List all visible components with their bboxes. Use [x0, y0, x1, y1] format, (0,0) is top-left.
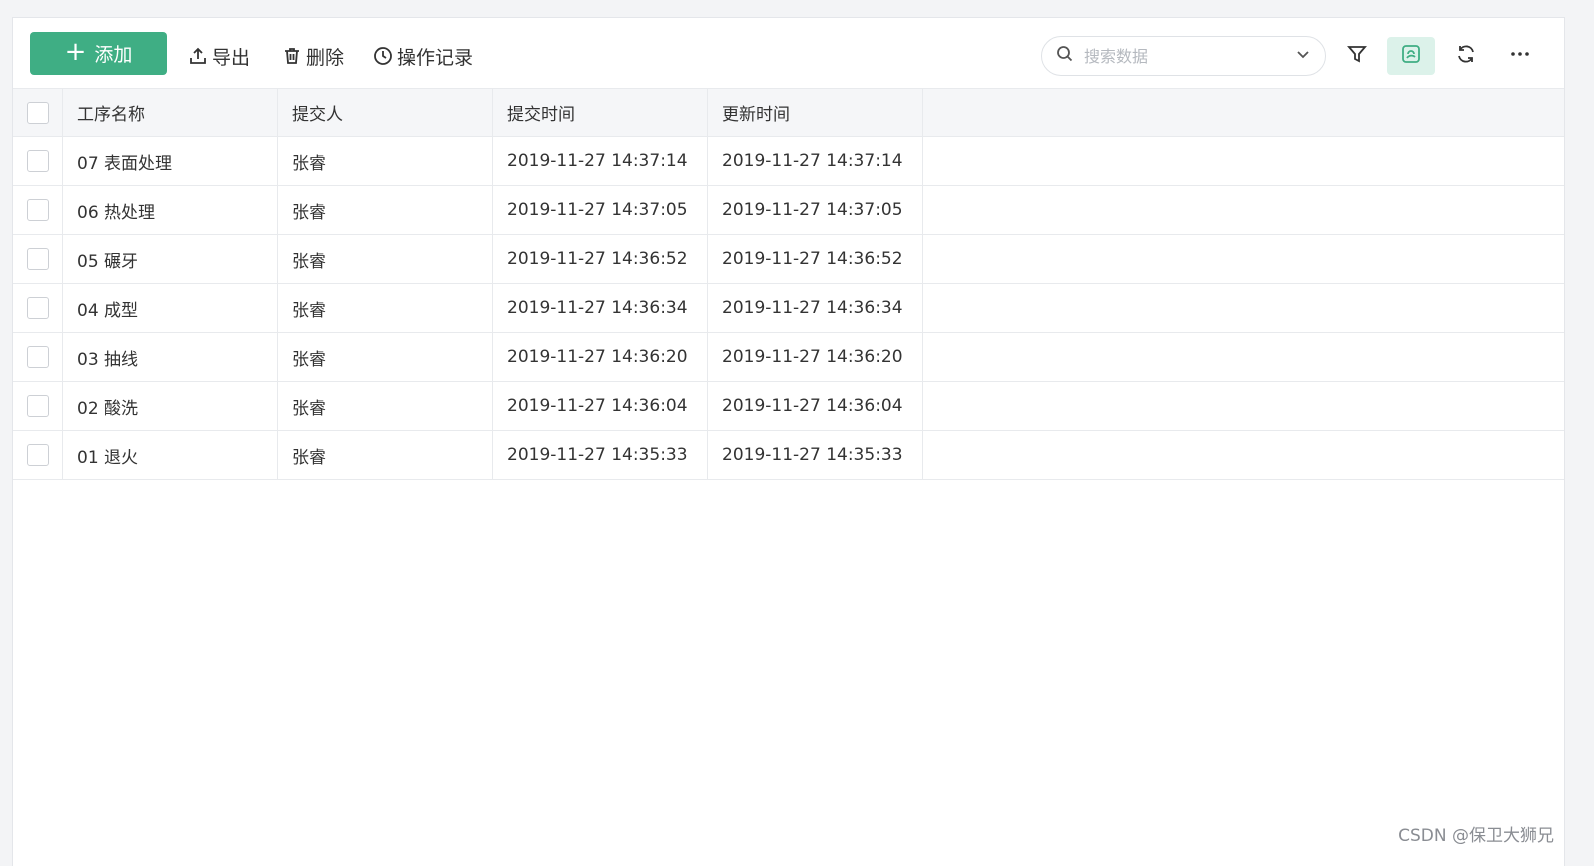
- cell-name: 01 退火: [63, 431, 278, 479]
- export-button-label: 导出: [212, 46, 251, 69]
- table-row[interactable]: 06 热处理 张睿 2019-11-27 14:37:05 2019-11-27…: [13, 186, 1564, 235]
- cell-name: 05 碾牙: [63, 235, 278, 283]
- cell-submit-time: 2019-11-27 14:36:04: [493, 382, 708, 430]
- cell-submit-time: 2019-11-27 14:37:14: [493, 137, 708, 185]
- cell-name: 07 表面处理: [63, 137, 278, 185]
- trash-icon: [282, 46, 302, 66]
- chevron-down-icon[interactable]: [1295, 46, 1311, 66]
- header-checkbox-cell: [13, 89, 63, 136]
- delete-button[interactable]: 删除: [282, 42, 344, 70]
- view-toggle-button[interactable]: [1387, 37, 1435, 75]
- cell-submit-time: 2019-11-27 14:37:05: [493, 186, 708, 234]
- cell-filler: [923, 186, 1564, 234]
- cell-update-time: 2019-11-27 14:36:52: [708, 235, 923, 283]
- cell-submitter: 张睿: [278, 137, 493, 185]
- column-header-submitter[interactable]: 提交人: [278, 89, 493, 136]
- row-checkbox[interactable]: [26, 444, 49, 466]
- delete-button-label: 删除: [306, 46, 345, 69]
- cell-submitter: 张睿: [278, 186, 493, 234]
- cell-name: 02 酸洗: [63, 382, 278, 430]
- filter-button[interactable]: [1338, 37, 1376, 75]
- cell-update-time: 2019-11-27 14:35:33: [708, 431, 923, 479]
- cell-submitter: 张睿: [278, 431, 493, 479]
- cell-submit-time: 2019-11-27 14:35:33: [493, 431, 708, 479]
- process-table: 工序名称 提交人 提交时间 更新时间 07 表面处理 张睿 2019-11-27…: [13, 88, 1564, 480]
- clock-icon: [373, 46, 393, 66]
- cell-submitter: 张睿: [278, 382, 493, 430]
- row-checkbox-cell: [13, 333, 63, 381]
- view-toggle-icon: [1400, 43, 1422, 69]
- cell-name: 06 热处理: [63, 186, 278, 234]
- cell-filler: [923, 235, 1564, 283]
- cell-update-time: 2019-11-27 14:36:20: [708, 333, 923, 381]
- filter-icon: [1346, 43, 1368, 69]
- row-checkbox[interactable]: [26, 395, 49, 417]
- cell-update-time: 2019-11-27 14:36:34: [708, 284, 923, 332]
- add-button[interactable]: + 添加: [30, 32, 167, 75]
- table-row[interactable]: 07 表面处理 张睿 2019-11-27 14:37:14 2019-11-2…: [13, 137, 1564, 186]
- toolbar: + 添加 导出 删除 操作记录 搜索数据: [13, 18, 1564, 88]
- cell-filler: [923, 333, 1564, 381]
- row-checkbox-cell: [13, 137, 63, 185]
- add-button-label: 添加: [94, 44, 133, 66]
- row-checkbox[interactable]: [26, 150, 49, 172]
- column-header-submit-time[interactable]: 提交时间: [493, 89, 708, 136]
- export-button[interactable]: 导出: [188, 42, 250, 70]
- table-row[interactable]: 01 退火 张睿 2019-11-27 14:35:33 2019-11-27 …: [13, 431, 1564, 480]
- cell-name: 04 成型: [63, 284, 278, 332]
- cell-submitter: 张睿: [278, 333, 493, 381]
- data-panel: + 添加 导出 删除 操作记录 搜索数据 工序名称 提交人 提交时间 更新时间 …: [12, 17, 1565, 866]
- row-checkbox-cell: [13, 284, 63, 332]
- cell-filler: [923, 284, 1564, 332]
- row-checkbox[interactable]: [26, 199, 49, 221]
- history-button-label: 操作记录: [397, 46, 474, 69]
- select-all-checkbox[interactable]: [26, 101, 49, 124]
- column-header-update-time[interactable]: 更新时间: [708, 89, 923, 136]
- refresh-button[interactable]: [1447, 37, 1485, 75]
- row-checkbox[interactable]: [26, 297, 49, 319]
- table-row[interactable]: 02 酸洗 张睿 2019-11-27 14:36:04 2019-11-27 …: [13, 382, 1564, 431]
- row-checkbox-cell: [13, 431, 63, 479]
- cell-filler: [923, 137, 1564, 185]
- row-checkbox[interactable]: [26, 346, 49, 368]
- column-header-name[interactable]: 工序名称: [63, 89, 278, 136]
- cell-name: 03 抽线: [63, 333, 278, 381]
- search-input[interactable]: [1082, 45, 1287, 67]
- cell-filler: [923, 382, 1564, 430]
- row-checkbox-cell: [13, 235, 63, 283]
- table-row[interactable]: 05 碾牙 张睿 2019-11-27 14:36:52 2019-11-27 …: [13, 235, 1564, 284]
- search-box[interactable]: [1041, 36, 1326, 76]
- cell-update-time: 2019-11-27 14:37:14: [708, 137, 923, 185]
- refresh-icon: [1455, 43, 1477, 69]
- row-checkbox-cell: [13, 382, 63, 430]
- table-row[interactable]: 03 抽线 张睿 2019-11-27 14:36:20 2019-11-27 …: [13, 333, 1564, 382]
- more-icon: [1509, 43, 1531, 69]
- column-header-filler: [923, 89, 1564, 136]
- cell-update-time: 2019-11-27 14:37:05: [708, 186, 923, 234]
- plus-icon: +: [64, 37, 87, 67]
- row-checkbox-cell: [13, 186, 63, 234]
- table-row[interactable]: 04 成型 张睿 2019-11-27 14:36:34 2019-11-27 …: [13, 284, 1564, 333]
- cell-submit-time: 2019-11-27 14:36:34: [493, 284, 708, 332]
- cell-submitter: 张睿: [278, 284, 493, 332]
- cell-update-time: 2019-11-27 14:36:04: [708, 382, 923, 430]
- search-icon: [1056, 45, 1074, 67]
- history-button[interactable]: 操作记录: [373, 42, 473, 70]
- more-button[interactable]: [1501, 37, 1539, 75]
- cell-submit-time: 2019-11-27 14:36:20: [493, 333, 708, 381]
- row-checkbox[interactable]: [26, 248, 49, 270]
- watermark: CSDN @保卫大狮兄: [1398, 826, 1554, 846]
- cell-submitter: 张睿: [278, 235, 493, 283]
- cell-submit-time: 2019-11-27 14:36:52: [493, 235, 708, 283]
- upload-icon: [188, 46, 208, 66]
- table-header: 工序名称 提交人 提交时间 更新时间: [13, 88, 1564, 137]
- cell-filler: [923, 431, 1564, 479]
